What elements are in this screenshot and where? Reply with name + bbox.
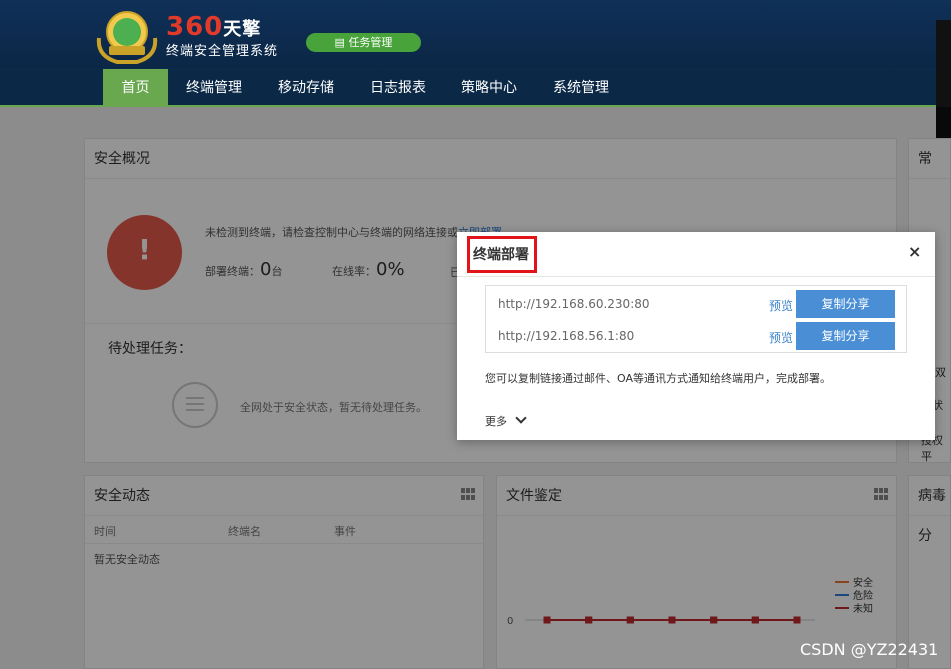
- link-row: http://192.168.56.1:80 预览 复制分享: [486, 321, 908, 351]
- close-icon[interactable]: ×: [908, 242, 921, 261]
- brand-subtitle: 终端安全管理系统: [166, 44, 279, 59]
- copy-share-button[interactable]: 复制分享: [796, 290, 895, 318]
- nav-item-terminal[interactable]: 终端管理: [178, 69, 250, 107]
- app-header: 360天擎 终端安全管理系统 ▤ 任务管理 首页 终端管理 移动存储 日志报表 …: [0, 0, 951, 365]
- link-row: http://192.168.60.230:80 预览 复制分享: [486, 289, 908, 319]
- main-nav: 首页 终端管理 移动存储 日志报表 策略中心 系统管理: [0, 69, 951, 107]
- preview-link[interactable]: 预览: [769, 329, 793, 346]
- deploy-tip: 您可以复制链接通过邮件、OA等通讯方式通知给终端用户，完成部署。: [485, 372, 831, 385]
- task-icon: ▤: [334, 36, 349, 49]
- nav-item-home[interactable]: 首页: [103, 69, 168, 107]
- link-url: http://192.168.60.230:80: [498, 297, 650, 311]
- nav-item-policy[interactable]: 策略中心: [453, 69, 525, 107]
- deploy-modal: 终端部署 × http://192.168.60.230:80 预览 复制分享 …: [457, 232, 935, 440]
- modal-title: 终端部署: [473, 247, 529, 263]
- nav-item-storage[interactable]: 移动存储: [270, 69, 342, 107]
- modal-divider: [457, 276, 935, 277]
- link-list: http://192.168.60.230:80 预览 复制分享 http://…: [485, 285, 907, 353]
- brand-logo: 360天擎: [166, 12, 262, 42]
- more-toggle[interactable]: 更多: [485, 412, 527, 429]
- task-management-button[interactable]: ▤ 任务管理: [306, 33, 421, 52]
- watermark: CSDN @YZ22431: [800, 640, 939, 659]
- copy-share-button[interactable]: 复制分享: [796, 322, 895, 350]
- chevron-down-icon: [515, 412, 527, 424]
- link-url: http://192.168.56.1:80: [498, 329, 635, 343]
- logo-badge-icon: [96, 11, 158, 64]
- preview-link[interactable]: 预览: [769, 297, 793, 314]
- nav-item-system[interactable]: 系统管理: [545, 69, 617, 107]
- nav-item-logs[interactable]: 日志报表: [362, 69, 434, 107]
